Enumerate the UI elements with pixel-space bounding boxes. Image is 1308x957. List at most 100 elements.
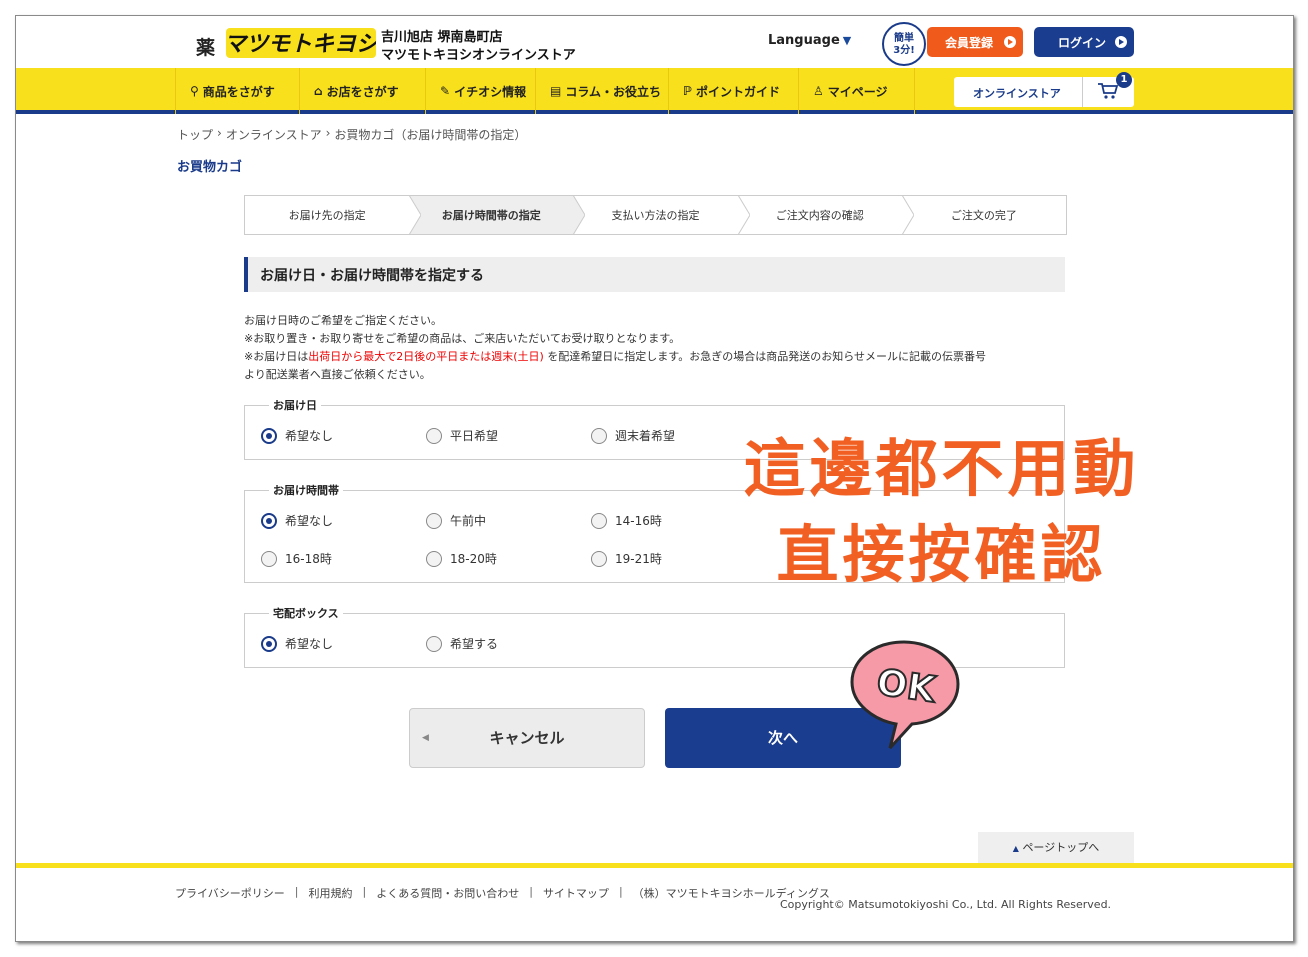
- footer-separator: |: [294, 885, 299, 898]
- login-label: ログイン: [1058, 36, 1107, 50]
- nav-item-search[interactable]: ⚲ 商品をさがす: [175, 68, 299, 114]
- footer-link[interactable]: プライバシーポリシー: [175, 885, 285, 901]
- breadcrumb-current: お買物カゴ（お届け時間帯の指定）: [334, 128, 527, 142]
- cart-count-badge: 1: [1116, 72, 1132, 88]
- footer-separator: |: [529, 885, 533, 898]
- online-store-button[interactable]: オンラインストア: [954, 77, 1134, 107]
- ok-sticker-icon: OK: [850, 640, 960, 750]
- next-label: 次へ: [767, 729, 798, 747]
- delivery-date-option[interactable]: 週末着希望: [591, 427, 675, 444]
- radio-button[interactable]: [426, 550, 442, 567]
- footer-link[interactable]: 利用規約: [309, 885, 353, 901]
- ok-text: OK: [874, 662, 939, 711]
- logo-text: マツモトキヨシ: [226, 32, 376, 57]
- recommend-icon: ✎: [440, 84, 451, 98]
- radio-button[interactable]: [591, 427, 607, 444]
- mypage-icon: ♙: [813, 84, 824, 98]
- login-button[interactable]: ログイン: [1034, 27, 1134, 57]
- chevron-right-icon: ›: [325, 126, 331, 140]
- delivery-box-option[interactable]: 希望なし: [261, 635, 333, 652]
- checkout-steps: お届け先の指定 お届け時間帯の指定 支払い方法の指定 ご注文内容の確認 ご注文の完了: [244, 195, 1067, 235]
- breadcrumb-top[interactable]: トップ: [177, 126, 213, 143]
- store-subtitle: マツモトキヨシオンラインストア: [381, 48, 576, 63]
- radio-button[interactable]: [426, 427, 442, 444]
- delivery-time-option[interactable]: 希望なし: [261, 512, 333, 529]
- point-icon: ℙ: [683, 84, 692, 98]
- easy-signup-badge: 簡単 3分!: [882, 22, 926, 66]
- matsukiyo-logo[interactable]: マツモトキヨシ: [224, 26, 380, 60]
- pharmacy-mark: 薬: [196, 37, 216, 59]
- nav-item-label: マイページ: [827, 84, 888, 99]
- radio-button[interactable]: [261, 635, 277, 652]
- copyright: Copyright© Matsumotokiyoshi Co., Ltd. Al…: [780, 898, 1112, 911]
- note-highlight: 出荷日から最大で2日後の平日または週末(土日): [308, 350, 544, 363]
- delivery-date-option[interactable]: 希望なし: [261, 427, 333, 444]
- nav-item-recommend[interactable]: ✎ イチオシ情報: [425, 68, 535, 114]
- language-selector[interactable]: Language ▼: [768, 33, 851, 48]
- footer-links: プライバシーポリシー | 利用規約 | よくある質問・お問い合わせ | サイトマップ | （株）…: [175, 885, 830, 901]
- cancel-label: キャンセル: [489, 729, 565, 747]
- delivery-time-option[interactable]: 16-18時: [261, 550, 332, 567]
- note-text: ※お届け日は: [244, 350, 309, 363]
- nav-item-label: イチオシ情報: [454, 84, 527, 99]
- footer-separator: |: [362, 885, 367, 898]
- note-line: お届け日時のご希望をご指定ください。: [244, 314, 442, 327]
- logo-graphic: マツモトキヨシ: [224, 28, 380, 58]
- chevron-right-icon: ›: [217, 126, 222, 140]
- page-top-button[interactable]: ▲ ページトップへ: [978, 832, 1134, 864]
- nav-item-mypage[interactable]: ♙ マイページ: [798, 68, 915, 114]
- nav-item-column[interactable]: ▤ コラム・お役立ち: [535, 68, 668, 114]
- chevron-divider-icon: [737, 195, 750, 235]
- footer-bar: [16, 863, 1293, 868]
- register-button[interactable]: 会員登録: [927, 27, 1023, 57]
- cancel-button[interactable]: ◀ キャンセル: [409, 708, 645, 768]
- triangle-up-icon: ▲: [1012, 844, 1019, 853]
- footer-link[interactable]: サイトマップ: [543, 885, 609, 901]
- radio-button[interactable]: [261, 550, 277, 567]
- page-top-label: ページトップへ: [1022, 841, 1100, 854]
- nav-item-shop[interactable]: ⌂ お店をさがす: [299, 68, 425, 114]
- delivery-time-option[interactable]: 18-20時: [426, 550, 497, 567]
- register-label: 会員登録: [945, 36, 994, 50]
- delivery-time-legend: お届け時間帯: [269, 482, 343, 498]
- footer-link[interactable]: よくある質問・お問い合わせ: [376, 885, 519, 901]
- page-title: お買物カゴ: [177, 160, 243, 175]
- annotation-line2: 直接按確認: [776, 518, 1107, 591]
- shop-icon: ⌂: [314, 84, 323, 98]
- online-store-label: オンラインストア: [973, 87, 1061, 100]
- annotation-text: 這邊都不用動 直接按確認: [719, 426, 1164, 598]
- radio-button[interactable]: [261, 512, 277, 529]
- delivery-box-option[interactable]: 希望する: [426, 635, 498, 652]
- radio-button[interactable]: [261, 427, 277, 444]
- step-label: ご注文内容の確認: [775, 209, 864, 222]
- radio-button[interactable]: [591, 550, 607, 567]
- step-label: ご注文の完了: [950, 209, 1017, 222]
- browser-window: 薬 マツモトキヨシ 吉川旭店 堺南島町店 マツモトキヨシオンラインストア Lan…: [15, 15, 1294, 942]
- badge-line1: 簡単: [894, 33, 914, 44]
- nav-item-label: お店をさがす: [326, 84, 399, 99]
- step-3: 支払い方法の指定: [573, 195, 750, 235]
- delivery-box-legend: 宅配ボックス: [269, 605, 343, 621]
- option-label: 週末着希望: [615, 429, 676, 443]
- radio-button[interactable]: [426, 512, 442, 529]
- option-label: 希望する: [450, 637, 499, 651]
- delivery-date-option[interactable]: 平日希望: [426, 427, 498, 444]
- delivery-time-option[interactable]: 19-21時: [591, 550, 662, 567]
- arrow-right-icon: [1115, 36, 1127, 48]
- delivery-time-option[interactable]: 午前中: [426, 512, 486, 529]
- delivery-time-option[interactable]: 14-16時: [591, 512, 662, 529]
- option-label: 16-18時: [285, 552, 332, 566]
- radio-button[interactable]: [591, 512, 607, 529]
- note-line: ※お取り置き・お取り寄せをご希望の商品は、ご来店いただいてお受け取りとなります。: [244, 332, 681, 345]
- delivery-date-legend: お届け日: [269, 397, 321, 413]
- nav-item-point[interactable]: ℙ ポイントガイド: [668, 68, 798, 114]
- store-name: 吉川旭店 堺南島町店: [381, 30, 503, 45]
- radio-button[interactable]: [426, 635, 442, 652]
- step-5: ご注文の完了: [902, 196, 1066, 234]
- step-1: お届け先の指定: [245, 195, 422, 235]
- breadcrumb-online-store[interactable]: オンラインストア: [226, 126, 322, 143]
- arrow-right-icon: [1004, 36, 1016, 48]
- chevron-divider-icon: [573, 195, 586, 235]
- step-label: お届け先の指定: [288, 209, 366, 222]
- cart-icon[interactable]: [1097, 82, 1119, 100]
